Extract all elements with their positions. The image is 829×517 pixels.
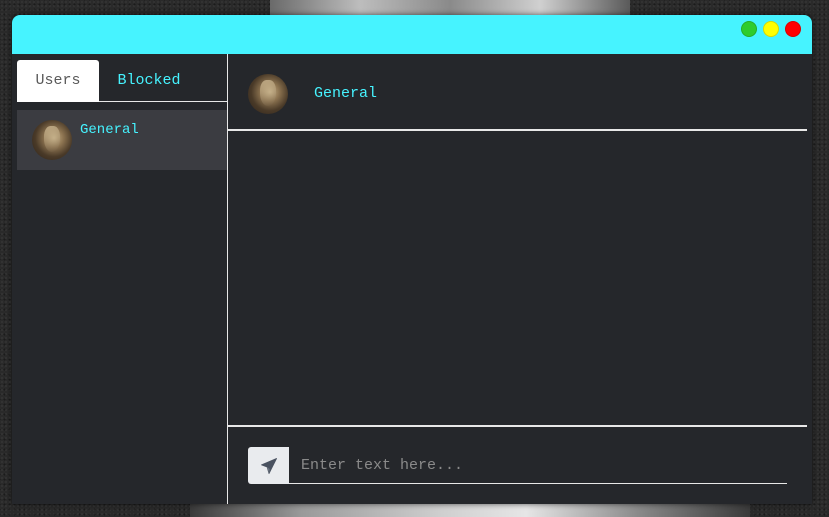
- user-name: General: [80, 122, 139, 138]
- title-bar[interactable]: [12, 15, 812, 54]
- paper-plane-icon: [260, 457, 277, 474]
- message-input[interactable]: [289, 447, 787, 484]
- tab-users[interactable]: Users: [17, 60, 99, 102]
- message-composer: [228, 425, 807, 504]
- message-list[interactable]: [228, 131, 807, 426]
- chat-title: General: [314, 85, 378, 102]
- send-button[interactable]: [248, 447, 289, 484]
- user-avatar: [32, 120, 72, 160]
- tab-blocked[interactable]: Blocked: [107, 60, 191, 102]
- maximize-button[interactable]: [763, 21, 779, 37]
- chat-window: Users Blocked General General: [12, 15, 812, 504]
- minimize-button[interactable]: [741, 21, 757, 37]
- close-button[interactable]: [785, 21, 801, 37]
- sidebar: Users Blocked General: [12, 54, 228, 504]
- chat-header: General: [228, 54, 807, 131]
- sidebar-tabs: Users Blocked: [17, 60, 227, 102]
- chat-avatar: [248, 74, 288, 114]
- user-list-item[interactable]: General: [17, 110, 227, 170]
- chat-panel: General: [228, 54, 807, 504]
